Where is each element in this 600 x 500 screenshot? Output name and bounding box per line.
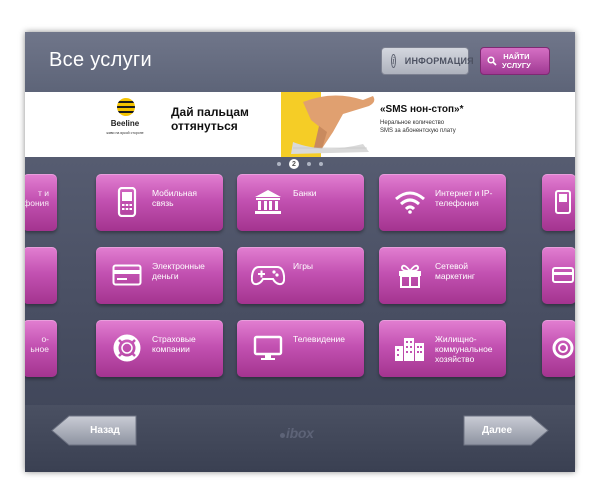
- hand-illustration-icon: [281, 92, 375, 157]
- gift-icon: [393, 260, 427, 290]
- tile-internet[interactable]: Интернет и IP-телефония: [379, 174, 506, 231]
- footer-bar: Назад ibox Далее: [25, 405, 575, 472]
- ibox-logo: ibox: [280, 425, 314, 441]
- kiosk-screen: Все услуги i ИНФОРМАЦИЯ НАЙТИ УСЛУГУ Bee…: [25, 32, 575, 472]
- headline-line2: оттянуться: [171, 119, 238, 133]
- tile-label: Игры: [293, 261, 314, 271]
- prev-tile-label: о- ьное: [25, 334, 49, 354]
- prev-tile-line1: о-: [41, 334, 49, 344]
- tv-icon: [251, 333, 285, 363]
- next-button-label: Далее: [481, 425, 513, 436]
- beeline-brand-text: Beeline: [110, 119, 140, 128]
- header-bar: Все услуги i ИНФОРМАЦИЯ НАЙТИ УСЛУГУ: [25, 32, 575, 92]
- wifi-icon: [393, 187, 427, 217]
- gamepad-icon: [251, 260, 285, 290]
- info-icon: i: [391, 54, 396, 68]
- pager-dot[interactable]: [319, 162, 323, 166]
- tile-label: Жилищно-коммунальное хозяйство: [435, 334, 493, 364]
- pager-dot-current[interactable]: 2: [289, 159, 299, 169]
- lifebuoy-icon: [110, 333, 144, 363]
- back-button-label: Назад: [90, 425, 120, 436]
- next-page-tile[interactable]: [542, 247, 575, 304]
- tile-label: Банки: [293, 188, 317, 198]
- next-tile-icon: [546, 187, 575, 217]
- prev-page-tile-communal[interactable]: о- ьное: [25, 320, 57, 377]
- ibox-logo-text: ibox: [286, 425, 314, 441]
- info-button-label: ИНФОРМАЦИЯ: [404, 56, 474, 66]
- tile-television[interactable]: Телевидение: [237, 320, 364, 377]
- tile-e-money[interactable]: Электронные деньги: [96, 247, 223, 304]
- prev-tile-line2: фония: [25, 198, 49, 208]
- tile-insurance[interactable]: Страховые компании: [96, 320, 223, 377]
- mobile-phone-icon: [110, 187, 144, 217]
- prev-tile-line1: т и: [37, 188, 49, 198]
- find-label-line1: НАЙТИ: [503, 52, 530, 61]
- offer-title: «SMS нон-стоп»*: [380, 104, 464, 115]
- headline-line1: Дай пальцам: [171, 105, 249, 119]
- find-service-button[interactable]: НАЙТИ УСЛУГУ: [480, 47, 550, 75]
- prev-tile-label: [25, 261, 49, 271]
- next-page-tile[interactable]: [542, 174, 575, 231]
- back-button[interactable]: Назад: [51, 415, 137, 446]
- find-service-label: НАЙТИ УСЛУГУ: [502, 52, 531, 70]
- find-label-line2: УСЛУГУ: [502, 61, 531, 70]
- credit-card-icon: [110, 260, 144, 290]
- offer-line2: SMS за абонентскую плату: [380, 128, 456, 134]
- bank-icon: [251, 187, 285, 217]
- beeline-logo: Beeline живи на яркой стороне: [97, 98, 153, 152]
- ad-banner[interactable]: Beeline живи на яркой стороне Дай пальца…: [25, 92, 575, 157]
- pager-dot[interactable]: [277, 162, 281, 166]
- tile-label: Электронные деньги: [152, 261, 205, 281]
- tile-label: Страховые компании: [152, 334, 196, 354]
- tile-label: Мобильная связь: [152, 188, 197, 208]
- page-title: Все услуги: [49, 49, 152, 71]
- next-tile-icon: [546, 260, 575, 290]
- beeline-ball-icon: [117, 98, 135, 116]
- tile-network-marketing[interactable]: Сетевой маркетинг: [379, 247, 506, 304]
- info-button[interactable]: i ИНФОРМАЦИЯ: [381, 47, 474, 75]
- prev-page-tile-sim[interactable]: [25, 247, 57, 304]
- tile-label: Интернет и IP-телефония: [435, 188, 493, 208]
- tile-label: Телевидение: [293, 334, 345, 344]
- tile-banks[interactable]: Банки: [237, 174, 364, 231]
- prev-tile-line2: ьное: [30, 344, 49, 354]
- pager-dots: 2: [25, 159, 575, 169]
- prev-tile-label: т и фония: [25, 188, 49, 208]
- prev-page-tile-internet[interactable]: т и фония: [25, 174, 57, 231]
- tile-housing-utilities[interactable]: Жилищно-коммунальное хозяйство: [379, 320, 506, 377]
- offer-description: Неральное количество SMS за абонентскую …: [380, 119, 500, 135]
- next-button[interactable]: Далее: [463, 415, 549, 446]
- banner-headline: Дай пальцам оттянуться: [171, 105, 271, 133]
- buildings-icon: [393, 333, 427, 363]
- next-tile-icon: [546, 333, 575, 363]
- tile-mobile[interactable]: Мобильная связь: [96, 174, 223, 231]
- tile-games[interactable]: Игры: [237, 247, 364, 304]
- beeline-slogan: живи на яркой стороне: [106, 131, 144, 135]
- offer-line1: Неральное количество: [380, 120, 445, 126]
- pager-dot[interactable]: [307, 162, 311, 166]
- search-icon: [487, 56, 497, 66]
- next-page-tile[interactable]: [542, 320, 575, 377]
- tile-label: Сетевой маркетинг: [435, 261, 475, 281]
